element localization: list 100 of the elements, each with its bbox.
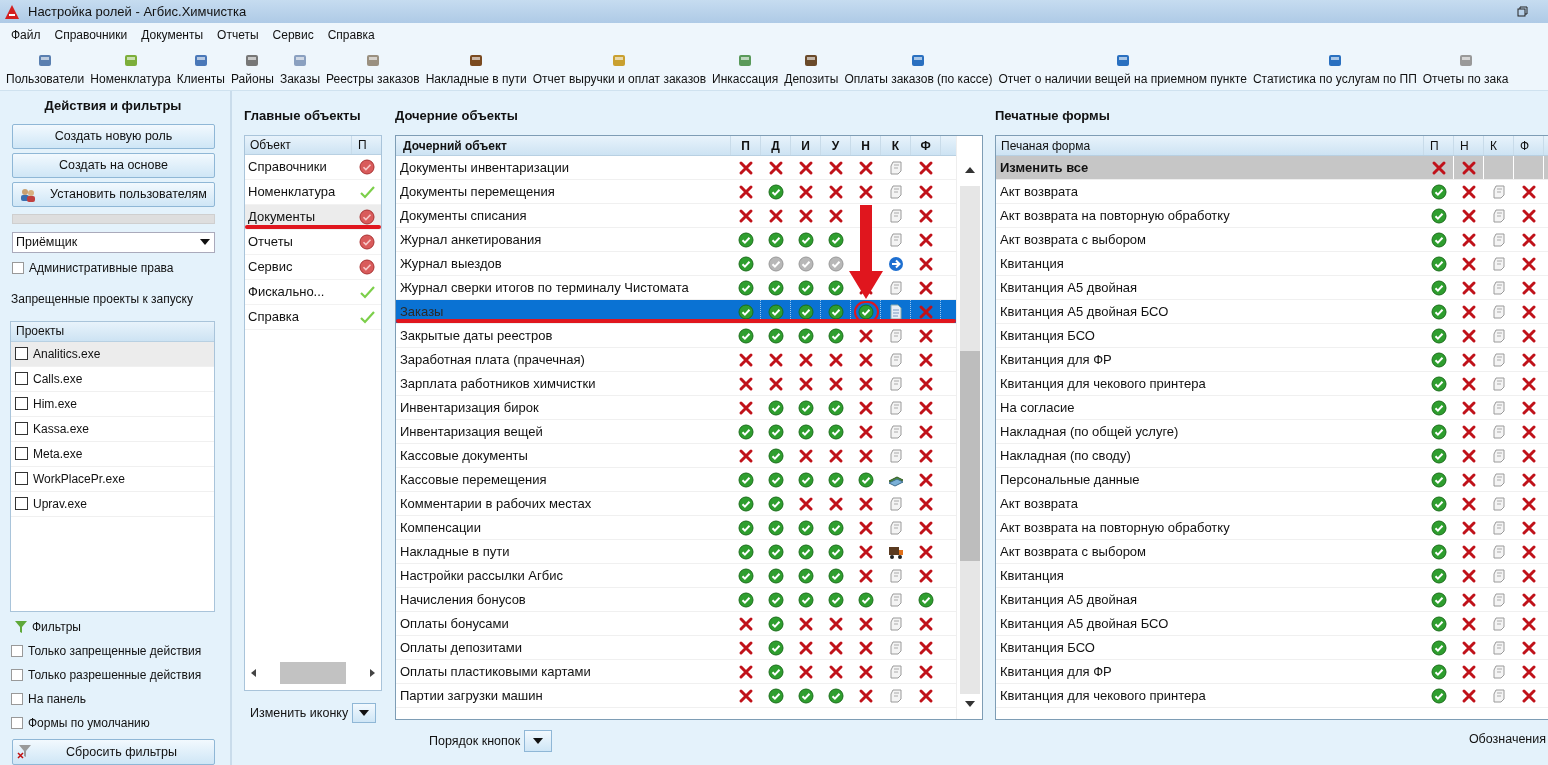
checkbox[interactable] [15,472,28,486]
toolbar-button[interactable]: Пользователи [3,53,88,86]
table-row[interactable]: Квитанция БСО [996,636,1548,660]
checkbox[interactable] [15,497,28,511]
checkbox[interactable] [11,717,23,729]
table-row[interactable]: Персональные данные [996,468,1548,492]
table-row[interactable]: Инвентаризация вещей [396,420,956,444]
table-row[interactable]: Квитанция для ФР [996,348,1548,372]
toolbar-button[interactable]: Клиенты [173,53,228,86]
menu-item[interactable]: Сервис [265,26,321,44]
table-row[interactable]: Квитанция для чекового принтера [996,372,1548,396]
object-row[interactable]: Справочники [245,155,381,180]
table-row[interactable]: Квитанция А5 двойная [996,588,1548,612]
toolbar-button[interactable]: Районы [228,53,277,86]
scroll-right-icon[interactable] [369,668,376,678]
table-row[interactable]: Акт возврата с выбором [996,228,1548,252]
checkbox[interactable] [15,447,28,461]
menu-item[interactable]: Справка [320,26,382,44]
table-row[interactable]: Накладная (по общей услуге) [996,420,1548,444]
table-row[interactable]: Квитанция А5 двойная БСО [996,612,1548,636]
menu-item[interactable]: Документы [134,26,211,44]
table-row[interactable]: Накладная (по своду) [996,444,1548,468]
toolbar-button[interactable]: Депозиты [781,53,842,86]
project-item[interactable]: Him.exe [11,391,214,417]
menu-item[interactable]: Отчеты [210,26,266,44]
table-row[interactable]: Акт возврата с выбором [996,540,1548,564]
table-row[interactable]: Изменить все [996,156,1548,180]
object-row[interactable]: Отчеты [245,230,381,255]
table-row[interactable]: Оплаты пластиковыми картами [396,660,956,684]
table-row[interactable]: Квитанция БСО [996,324,1548,348]
role-dropdown[interactable]: Приёмщик [12,231,215,253]
table-row[interactable]: Начисления бонусов [396,588,956,612]
table-row[interactable]: Компенсации [396,516,956,540]
table-row[interactable]: Квитанция для чекового принтера [996,684,1548,708]
scrollbar-thumb[interactable] [280,662,346,684]
table-row[interactable]: На согласие [996,396,1548,420]
checkbox[interactable] [15,372,28,386]
toolbar-button[interactable]: Статистика по услугам по ПП [1249,53,1420,86]
table-row[interactable]: Кассовые перемещения [396,468,956,492]
project-item[interactable]: Meta.exe [11,441,214,467]
toolbar-button[interactable]: Оплаты заказов (по кассе) [841,53,996,86]
legend-link[interactable]: Обозначения [1468,730,1548,749]
scroll-up-icon[interactable] [963,166,976,174]
reset-filters-button[interactable]: Сбросить фильтры [12,739,215,765]
menu-item[interactable]: Файл [4,26,48,44]
scroll-left-icon[interactable] [250,668,257,678]
checkbox[interactable] [15,347,28,361]
table-row[interactable]: Документы перемещения [396,180,956,204]
table-row[interactable]: Акт возврата на повторную обработку [996,204,1548,228]
table-row[interactable]: Закрытые даты реестров [396,324,956,348]
table-row[interactable]: Инвентаризация бирок [396,396,956,420]
toolbar-button[interactable]: Накладные в пути [422,53,530,86]
checkbox[interactable] [11,669,23,681]
table-row[interactable]: Заработная плата (прачечная) [396,348,956,372]
toolbar-button[interactable]: Отчет о наличии вещей на приемном пункте [995,53,1250,86]
table-row[interactable]: Партии загрузки машин [396,684,956,708]
checkbox[interactable] [15,397,28,411]
menu-item[interactable]: Справочники [47,26,135,44]
table-row[interactable]: Квитанция [996,252,1548,276]
action-button[interactable]: Создать на основе [12,152,215,179]
table-row[interactable]: Зарплата работников химчистки [396,372,956,396]
toolbar-button[interactable]: Реестры заказов [323,53,423,86]
table-row[interactable]: Акт возврата на повторную обработку [996,516,1548,540]
object-row[interactable]: Документы [245,205,381,230]
table-row[interactable]: Оплаты депозитами [396,636,956,660]
table-row[interactable]: Акт возврата [996,492,1548,516]
scrollbar-thumb[interactable] [959,351,980,561]
table-row[interactable]: Квитанция А5 двойная БСО [996,300,1548,324]
table-row[interactable]: Документы инвентаризации [396,156,956,180]
scroll-down-icon[interactable] [963,700,976,708]
table-row[interactable]: Квитанция [996,564,1548,588]
toolbar-button[interactable]: Номенклатура [87,53,174,86]
project-item[interactable]: Calls.exe [11,366,214,392]
checkbox[interactable] [12,261,24,274]
checkbox[interactable] [11,693,23,705]
table-row[interactable]: Настройки рассылки Агбис [396,564,956,588]
action-button[interactable]: Создать новую роль [12,123,215,149]
project-item[interactable]: WorkPlacePr.exe [11,466,214,492]
table-row[interactable]: Акт возврата [996,180,1548,204]
table-row[interactable]: Накладные в пути [396,540,956,564]
checkbox[interactable] [11,645,23,657]
table-row[interactable]: Комментарии в рабочих местах [396,492,956,516]
object-row[interactable]: Справка [245,305,381,330]
object-row[interactable]: Фискально... [245,280,381,305]
dropdown-button[interactable] [524,730,553,752]
toolbar-button[interactable]: Инкассация [709,53,782,86]
toolbar-button[interactable]: Отчет выручки и оплат заказов [529,53,710,86]
toolbar-button[interactable]: Отчеты по зака [1419,53,1512,86]
table-row[interactable]: Оплаты бонусами [396,612,956,636]
project-item[interactable]: Kassa.exe [11,416,214,442]
action-button[interactable]: Установить пользователям [12,182,215,208]
project-item[interactable]: Analitics.exe [11,341,214,367]
checkbox[interactable] [15,422,28,436]
table-row[interactable]: Кассовые документы [396,444,956,468]
project-item[interactable]: Uprav.exe [11,491,214,517]
toolbar-button[interactable]: Заказы [276,53,323,86]
dropdown-button[interactable] [352,703,377,723]
table-row[interactable]: Квитанция для ФР [996,660,1548,684]
table-row[interactable]: Квитанция А5 двойная [996,276,1548,300]
object-row[interactable]: Сервис [245,255,381,280]
